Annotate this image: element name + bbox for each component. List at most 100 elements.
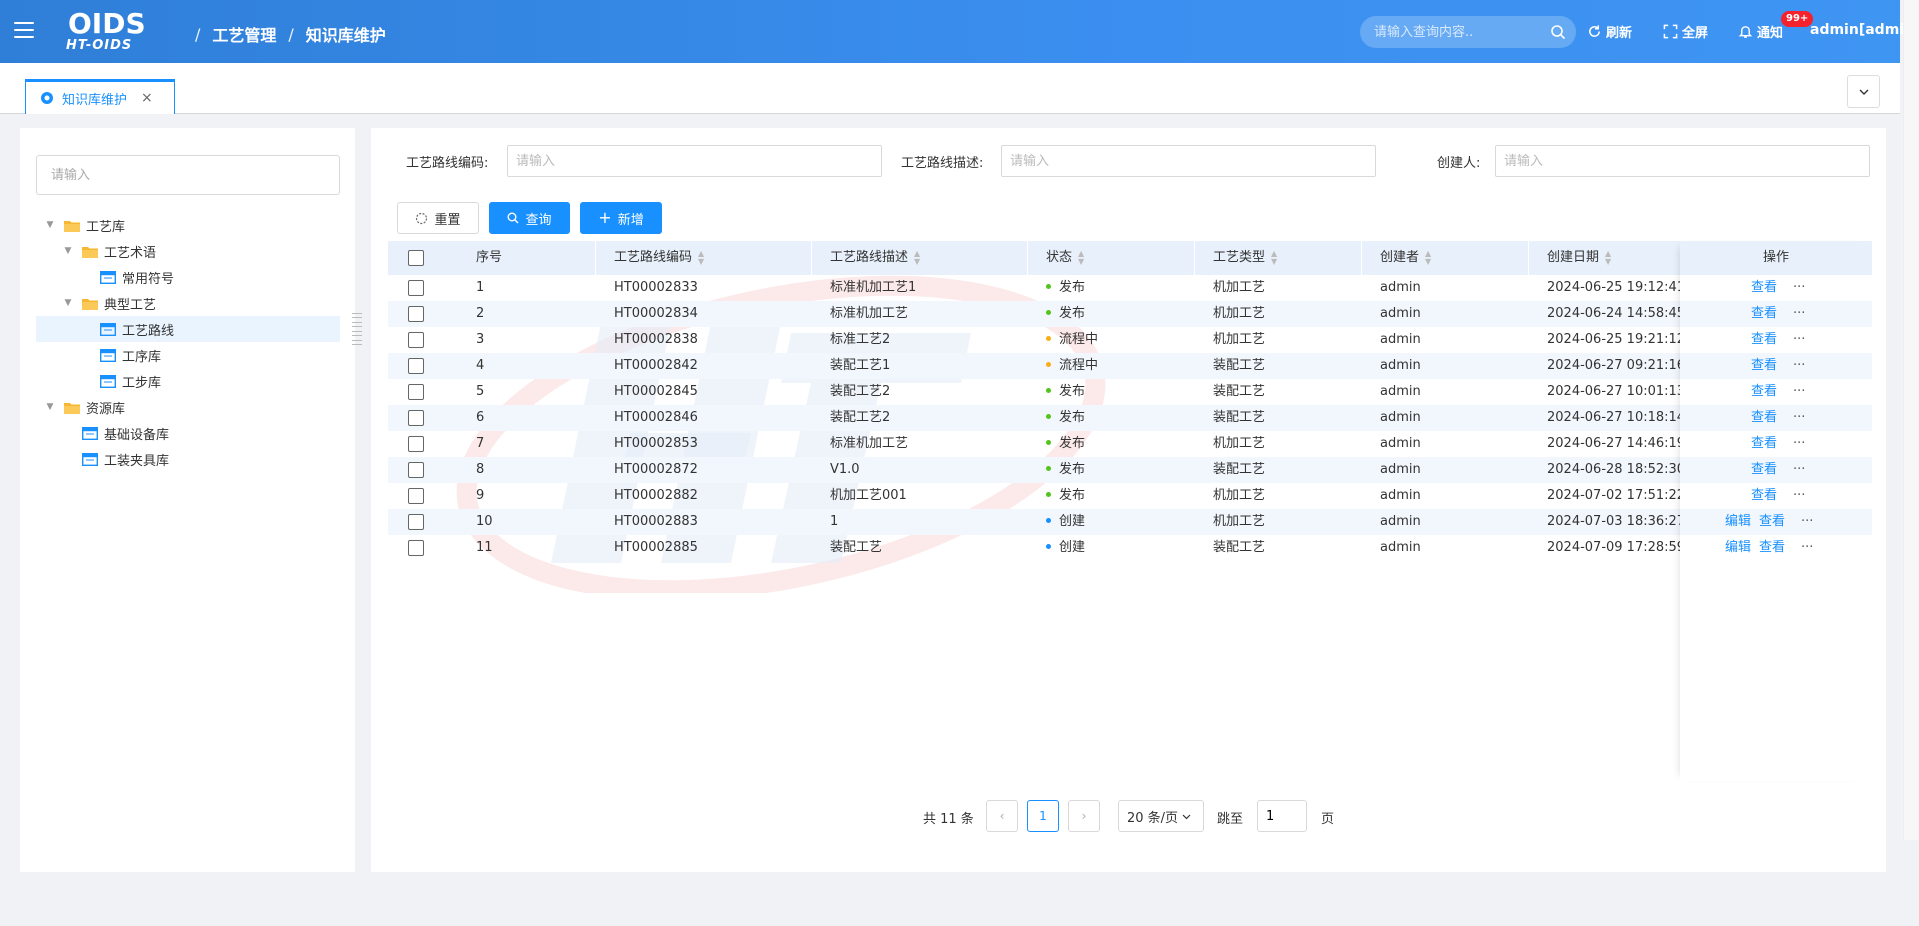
tree-node-typical-process[interactable]: ▼ 典型工艺 [62,290,156,316]
caret-down-icon[interactable]: ▼ [62,298,74,308]
page-size-select[interactable]: 20 条/页 [1118,800,1204,832]
view-link[interactable]: 查看 [1751,462,1777,477]
tree-node-common-symbols[interactable]: 常用符号 [100,264,174,290]
row-checkbox[interactable] [408,540,424,556]
more-actions-icon[interactable]: ··· [1793,462,1805,477]
tree-node-fixture-lib[interactable]: 工装夹具库 [82,446,169,472]
more-actions-icon[interactable]: ··· [1793,384,1805,399]
view-link[interactable]: 查看 [1751,488,1777,503]
row-checkbox[interactable] [408,280,424,296]
sort-icon[interactable]: ▲ ▼ [1425,250,1431,266]
edit-link[interactable]: 编辑 [1725,514,1751,529]
view-link[interactable]: 查看 [1751,358,1777,373]
row-checkbox[interactable] [408,410,424,426]
cell-date: 2024-06-25 19:21:12 [1547,332,1680,347]
more-actions-icon[interactable]: ··· [1793,306,1805,321]
col-status[interactable]: 状态 ▲ ▼ [1028,241,1195,275]
table-row[interactable]: 1 HT00002833 标准机加工艺1 发布 机加工艺 admin 2024-06-25 … [388,275,1872,301]
global-search-input[interactable] [1374,16,1544,48]
table-row[interactable]: 2 HT00002834 标准机加工艺 发布 机加工艺 admin 2024-06-24 1… [388,301,1872,327]
view-link[interactable]: 查看 [1751,384,1777,399]
jump-page-input[interactable] [1257,800,1307,832]
sort-icon[interactable]: ▲ ▼ [1271,250,1277,266]
refresh-button[interactable]: 刷新 [1587,22,1632,41]
col-creator[interactable]: 创建者 ▲ ▼ [1362,241,1529,275]
table-row[interactable]: 11 HT00002885 装配工艺 创建 装配工艺 admin 2024-07-09 17… [388,535,1872,561]
filter-desc-input[interactable] [1001,145,1376,177]
row-checkbox[interactable] [408,462,424,478]
caret-down-icon[interactable]: ▼ [44,220,56,230]
filter-code-input[interactable] [507,145,882,177]
tab-dropdown-button[interactable] [1847,75,1880,108]
sort-icon[interactable]: ▲ ▼ [1078,250,1084,266]
row-checkbox[interactable] [408,436,424,452]
tree-search-input[interactable] [36,155,340,195]
view-link[interactable]: 查看 [1751,332,1777,347]
table-row[interactable]: 8 HT00002872 V1.0 发布 装配工艺 admin 2024-06-28 18:… [388,457,1872,483]
breadcrumb-item-process-mgmt[interactable]: 工艺管理 [212,22,276,46]
col-code[interactable]: 工艺路线编码 ▲ ▼ [596,241,812,275]
tree-node-process-terms[interactable]: ▼ 工艺术语 [62,238,156,264]
table-row[interactable]: 6 HT00002846 装配工艺2 发布 装配工艺 admin 2024-06-27 10… [388,405,1872,431]
tree-node-equipment-lib[interactable]: 基础设备库 [82,420,169,446]
more-actions-icon[interactable]: ··· [1801,514,1813,529]
tree-node-resource-lib[interactable]: ▼ 资源库 [44,394,125,420]
more-actions-icon[interactable]: ··· [1793,358,1805,373]
table-row[interactable]: 9 HT00002882 机加工艺001 发布 机加工艺 admin 2024-07-02 … [388,483,1872,509]
panel-resize-handle[interactable] [352,313,362,345]
more-actions-icon[interactable]: ··· [1793,280,1805,295]
row-checkbox[interactable] [408,488,424,504]
menu-toggle-icon[interactable] [14,22,34,38]
query-button[interactable]: 查询 [489,202,570,234]
sort-icon[interactable]: ▲ ▼ [698,250,704,266]
edit-link[interactable]: 编辑 [1725,540,1751,555]
view-link[interactable]: 查看 [1751,410,1777,425]
more-actions-icon[interactable]: ··· [1793,436,1805,451]
more-actions-icon[interactable]: ··· [1793,488,1805,503]
cell-date: 2024-06-27 10:18:14 [1547,410,1680,425]
tree-node-process-route[interactable]: 工艺路线 [36,316,340,342]
tree-node-process-lib[interactable]: ▼ 工艺库 [44,212,125,238]
notify-button[interactable]: 通知 [1738,22,1783,41]
table-row[interactable]: 7 HT00002853 标准机加工艺 发布 机加工艺 admin 2024-06-27 1… [388,431,1872,457]
sort-icon[interactable]: ▲ ▼ [1605,250,1611,266]
page-scrollbar[interactable] [1903,0,1919,840]
table-row[interactable]: 5 HT00002845 装配工艺2 发布 装配工艺 admin 2024-06-27 10… [388,379,1872,405]
more-actions-icon[interactable]: ··· [1801,540,1813,555]
table-row[interactable]: 4 HT00002842 装配工艺1 流程中 装配工艺 admin 2024-06-27 0… [388,353,1872,379]
view-link[interactable]: 查看 [1759,514,1785,529]
more-actions-icon[interactable]: ··· [1793,410,1805,425]
add-button[interactable]: + 新增 [580,202,662,234]
sort-icon[interactable]: ▲ ▼ [914,250,920,266]
view-link[interactable]: 查看 [1751,436,1777,451]
row-checkbox[interactable] [408,306,424,322]
row-checkbox[interactable] [408,384,424,400]
prev-page-button[interactable]: ‹ [986,800,1018,832]
tree-node-operation-lib[interactable]: 工序库 [100,342,161,368]
row-checkbox[interactable] [408,514,424,530]
next-page-button[interactable]: › [1068,800,1100,832]
fullscreen-button[interactable]: 全屏 [1663,22,1708,41]
page-1-button[interactable]: 1 [1027,800,1059,832]
close-icon[interactable]: × [141,90,153,106]
app-logo[interactable]: OIDS HT-OIDS [64,10,162,54]
caret-down-icon[interactable]: ▼ [62,246,74,256]
col-type[interactable]: 工艺类型 ▲ ▼ [1195,241,1362,275]
tab-knowledge-base[interactable]: 知识库维护 × [25,79,175,114]
row-checkbox[interactable] [408,358,424,374]
col-desc[interactable]: 工艺路线描述 ▲ ▼ [812,241,1028,275]
view-link[interactable]: 查看 [1751,280,1777,295]
filter-creator-input[interactable] [1495,145,1870,177]
view-link[interactable]: 查看 [1751,306,1777,321]
table-row[interactable]: 3 HT00002838 标准工艺2 流程中 机加工艺 admin 2024-06-25 1… [388,327,1872,353]
table-row[interactable]: 10 HT00002883 1 创建 机加工艺 admin 2024-07-03 18:36… [388,509,1872,535]
tree-node-step-lib[interactable]: 工步库 [100,368,161,394]
view-link[interactable]: 查看 [1759,540,1785,555]
reset-button[interactable]: 重置 [397,202,479,234]
select-all-checkbox[interactable] [408,250,424,266]
more-actions-icon[interactable]: ··· [1793,332,1805,347]
row-checkbox[interactable] [408,332,424,348]
search-icon[interactable] [1550,24,1566,40]
col-date[interactable]: 创建日期 ▲ ▼ [1529,241,1680,275]
caret-down-icon[interactable]: ▼ [44,402,56,412]
